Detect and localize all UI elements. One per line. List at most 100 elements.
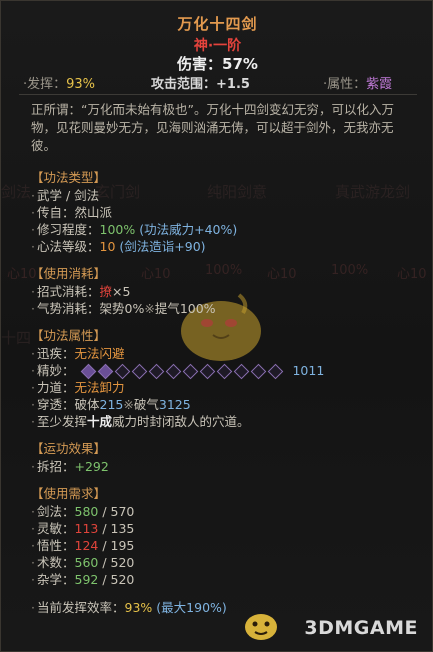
- finesse-diamonds: [80, 363, 284, 380]
- req-have: 580: [74, 504, 99, 519]
- seal-note-b: 十成: [87, 414, 113, 429]
- diamond-icon: [149, 363, 165, 380]
- efficiency-max: (最大190%): [156, 600, 227, 615]
- diamond-icon: [268, 363, 284, 380]
- swift-value: 无法闪避: [74, 346, 125, 361]
- seal-note-c: 威力时封闭敌人的穴道。: [112, 414, 250, 429]
- mastery-value: 100%: [99, 222, 136, 237]
- req-label: 杂学：: [36, 572, 75, 587]
- type-label: 武学 / 剑法: [36, 188, 100, 203]
- momentum-cost-b: 提气100%: [154, 301, 216, 316]
- req-have: 592: [74, 572, 99, 587]
- skill-tooltip-panel: 剑法 玄门剑 纯阳剑意 真武游龙剑 十四 心10 心10 100% 心10 10…: [0, 0, 433, 652]
- ghost-number: 100%: [205, 263, 243, 278]
- range-label: 攻击范围：: [151, 77, 217, 92]
- skill-description: 正所谓：“万化而未始有极也”。万化十四剑变幻无穷，可以化入万物，见花则曼妙无方，…: [31, 102, 394, 153]
- range-value: +1.5: [216, 77, 250, 92]
- efficiency-label: 当前发挥效率：: [36, 600, 125, 615]
- range-stat: 攻击范围：+1.5: [151, 73, 250, 93]
- heart-level-label: 心法等级：: [36, 239, 100, 254]
- attribute-value: 紫霞: [366, 77, 393, 92]
- section-title-type: 【功法类型】: [31, 170, 107, 185]
- req-have: 560: [74, 555, 99, 570]
- finesse-value: 1011: [292, 363, 325, 378]
- parry-value: +292: [74, 459, 109, 474]
- pierce-sep: ※: [123, 397, 134, 412]
- play-value: 93%: [66, 77, 96, 92]
- skill-rank: 神·一阶: [193, 38, 242, 54]
- req-label: 灵敏：: [36, 521, 75, 536]
- req-label: 悟性：: [36, 538, 75, 553]
- section-title-requirements: 【使用需求】: [31, 486, 107, 501]
- heart-level-value: 10: [99, 239, 116, 254]
- parry-row: · 拆招：+292: [31, 459, 109, 474]
- play-label: ·发挥：: [23, 77, 67, 92]
- force-value: 无法卸力: [74, 380, 125, 395]
- req-row: · 杂学：592 / 520: [31, 572, 135, 587]
- ghost-label: 纯阳剑意: [207, 183, 268, 201]
- req-need: 135: [110, 521, 135, 536]
- mastery-extra: (功法威力+40%): [139, 222, 238, 237]
- mastery-label: 修习程度：: [36, 222, 100, 237]
- diamond-icon: [234, 363, 250, 380]
- ghost-label: 剑法: [1, 183, 32, 201]
- heart-level-row: · 心法等级：10 (剑法造诣+90): [31, 239, 206, 254]
- ghost-label: 真武游龙剑: [335, 183, 411, 201]
- diamond-icon: [166, 363, 182, 380]
- watermark-logo-icon: [245, 614, 277, 640]
- play-stat: ·发挥：93%: [23, 73, 95, 93]
- momentum-cost-row: · 气势消耗：架势0%※提气100%: [31, 301, 216, 316]
- attribute-label: ·属性：: [323, 77, 367, 92]
- req-need: 520: [110, 572, 135, 587]
- section-title-props: 【功法属性】: [31, 328, 107, 343]
- req-label: 剑法：: [36, 504, 75, 519]
- mascot-bird-icon: [181, 293, 261, 361]
- section-title-effect: 【运功效果】: [31, 441, 107, 456]
- skill-title: 万化十四剑: [177, 15, 258, 33]
- header-divider: [19, 94, 417, 95]
- ghost-number: 100%: [331, 263, 369, 278]
- pierce-a-value: 215: [99, 397, 124, 412]
- req-need: 520: [110, 555, 135, 570]
- pierce-label: 穿透：: [36, 397, 75, 412]
- momentum-cost-label: 气势消耗：: [36, 301, 100, 316]
- pierce-b-label: 破气: [133, 397, 159, 412]
- ghost-number: 心10: [397, 267, 427, 282]
- req-need: 570: [110, 504, 135, 519]
- origin-label: 传自：: [36, 205, 75, 220]
- momentum-cost-a: 架势0%: [99, 301, 145, 316]
- pierce-b-value: 3125: [158, 397, 191, 412]
- damage-value: 57%: [222, 55, 258, 73]
- attribute-stat: ·属性：紫霞: [323, 73, 392, 93]
- diamond-icon: [183, 363, 199, 380]
- diamond-icon: [217, 363, 233, 380]
- seal-note-a: 至少发挥: [36, 414, 87, 429]
- ghost-number: 心10: [141, 267, 171, 282]
- move-cost-icon: 撩: [99, 284, 113, 299]
- watermark-text: 3DMGAME: [304, 617, 418, 639]
- req-have: 124: [74, 538, 99, 553]
- ghost-label: 十四: [1, 329, 32, 347]
- efficiency-value: 93%: [124, 600, 153, 615]
- pierce-a-label: 破体: [74, 397, 100, 412]
- origin-value: 然山派: [74, 205, 113, 220]
- damage-line: 伤害：57%: [1, 53, 433, 74]
- momentum-cost-sep: ※: [144, 301, 155, 316]
- section-title-cost: 【使用消耗】: [31, 266, 107, 281]
- req-have: 113: [74, 521, 99, 536]
- finesse-label: 精妙：: [36, 363, 75, 378]
- move-cost-label: 招式消耗：: [36, 284, 100, 299]
- req-need: 195: [110, 538, 135, 553]
- seal-note-row: · 至少发挥十成威力时封闭敌人的穴道。: [31, 414, 250, 429]
- ghost-number: 心10: [267, 267, 297, 282]
- swift-label: 迅疾：: [36, 346, 75, 361]
- heart-level-extra: (剑法造诣+90): [119, 239, 206, 254]
- damage-label: 伤害：: [177, 55, 223, 73]
- diamond-icon: [251, 363, 267, 380]
- efficiency-row: · 当前发挥效率：93% (最大190%): [31, 600, 227, 615]
- req-label: 术数：: [36, 555, 75, 570]
- diamond-icon: [200, 363, 216, 380]
- parry-label: 拆招：: [36, 459, 75, 474]
- move-cost-count: ×5: [112, 284, 131, 299]
- force-label: 力道：: [36, 380, 75, 395]
